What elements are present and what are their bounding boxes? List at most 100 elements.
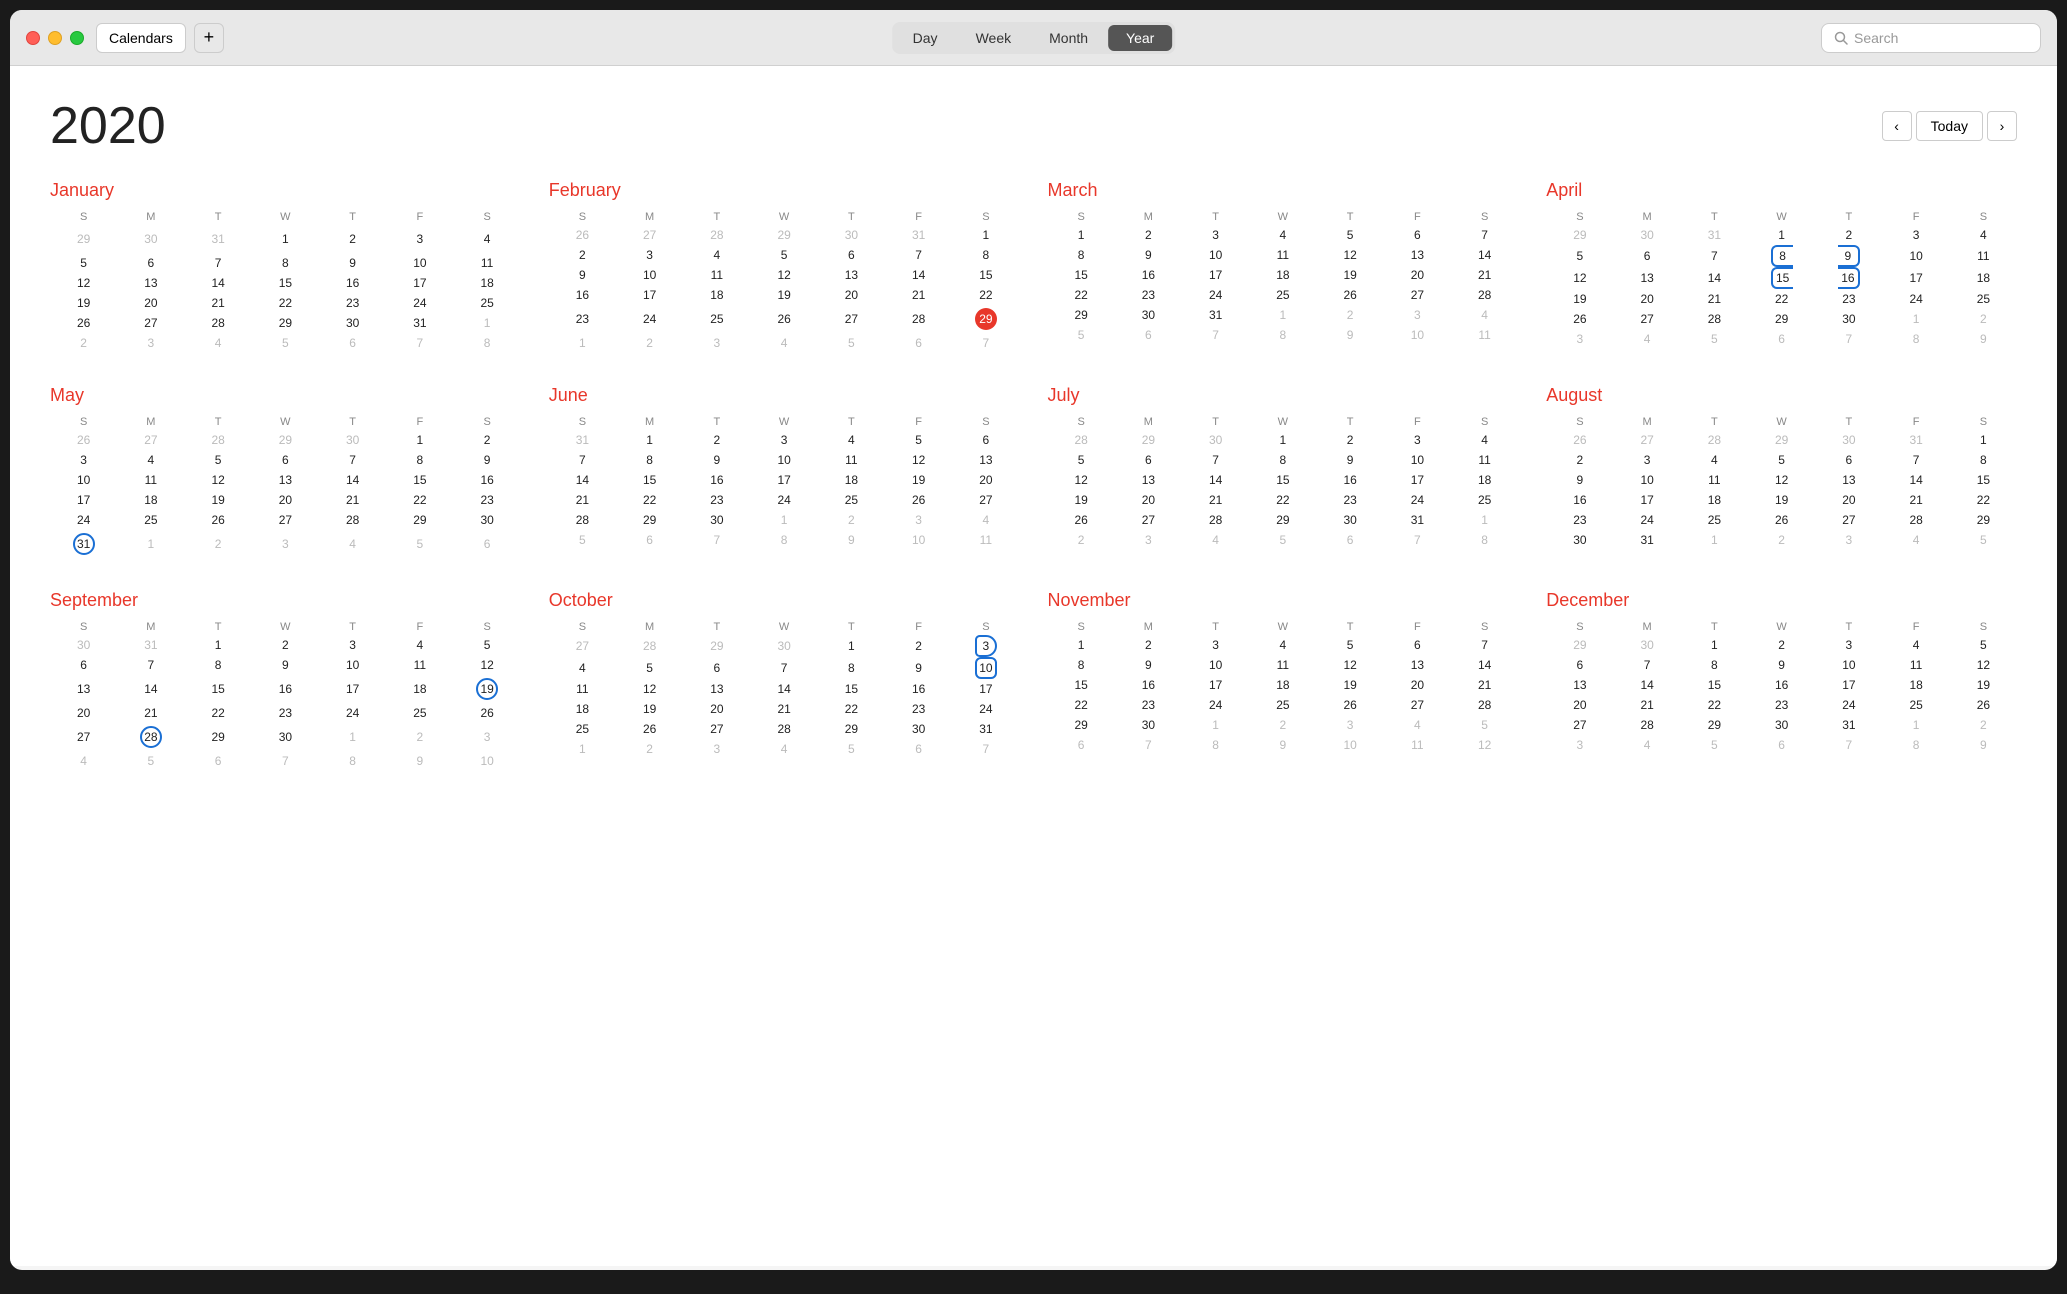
day-cell[interactable]: 7 (751, 657, 818, 679)
day-cell[interactable]: 1 (751, 510, 818, 530)
day-cell[interactable]: 2 (1950, 715, 2017, 735)
day-cell[interactable]: 25 (1249, 285, 1316, 305)
day-cell[interactable]: 30 (1546, 530, 1613, 550)
week-view-button[interactable]: Week (958, 25, 1030, 51)
day-cell[interactable]: 15 (1048, 675, 1115, 695)
day-cell[interactable]: 29 (185, 723, 252, 751)
day-cell[interactable]: 18 (1249, 675, 1316, 695)
day-cell[interactable]: 3 (683, 333, 750, 353)
day-cell[interactable]: 12 (454, 655, 521, 675)
day-cell[interactable]: 11 (454, 253, 521, 273)
day-cell[interactable]: 21 (1451, 675, 1518, 695)
maximize-button[interactable] (70, 31, 84, 45)
day-cell[interactable]: 23 (319, 293, 386, 313)
day-cell[interactable]: 23 (252, 703, 319, 723)
day-cell[interactable]: 25 (386, 703, 453, 723)
day-cell[interactable]: 4 (454, 225, 521, 253)
day-cell[interactable]: 22 (185, 703, 252, 723)
day-cell[interactable]: 14 (1681, 267, 1748, 289)
day-cell[interactable]: 6 (616, 530, 683, 550)
day-cell[interactable]: 14 (1451, 655, 1518, 675)
day-cell[interactable]: 14 (885, 265, 952, 285)
day-cell[interactable]: 9 (454, 450, 521, 470)
day-cell[interactable]: 10 (885, 530, 952, 550)
day-cell[interactable]: 15 (1748, 267, 1815, 289)
day-cell[interactable]: 31 (50, 530, 117, 558)
day-cell[interactable]: 9 (1249, 735, 1316, 755)
day-cell[interactable]: 2 (1115, 635, 1182, 655)
day-cell[interactable]: 7 (1182, 450, 1249, 470)
day-cell[interactable]: 26 (1546, 309, 1613, 329)
day-cell[interactable]: 11 (683, 265, 750, 285)
day-cell[interactable]: 19 (1317, 675, 1384, 695)
day-cell[interactable]: 1 (1249, 430, 1316, 450)
day-cell[interactable]: 7 (1182, 325, 1249, 345)
day-cell[interactable]: 28 (185, 430, 252, 450)
day-cell[interactable]: 26 (751, 305, 818, 333)
day-cell[interactable]: 20 (1384, 265, 1451, 285)
day-cell[interactable]: 30 (1614, 225, 1681, 245)
day-cell[interactable]: 22 (1048, 695, 1115, 715)
day-cell[interactable]: 17 (616, 285, 683, 305)
day-cell[interactable]: 16 (1748, 675, 1815, 695)
day-cell[interactable]: 20 (952, 470, 1019, 490)
day-cell[interactable]: 30 (117, 225, 184, 253)
day-cell[interactable]: 13 (683, 679, 750, 699)
day-cell[interactable]: 24 (1614, 510, 1681, 530)
day-cell[interactable]: 27 (683, 719, 750, 739)
day-cell[interactable]: 26 (1546, 430, 1613, 450)
day-cell[interactable]: 19 (1748, 490, 1815, 510)
day-cell[interactable]: 12 (1748, 470, 1815, 490)
day-cell[interactable]: 29 (1748, 430, 1815, 450)
day-cell[interactable]: 1 (1950, 430, 2017, 450)
day-cell[interactable]: 29 (1546, 635, 1613, 655)
day-cell[interactable]: 16 (549, 285, 616, 305)
day-cell[interactable]: 2 (454, 430, 521, 450)
day-cell[interactable]: 22 (1748, 289, 1815, 309)
day-cell[interactable]: 16 (454, 470, 521, 490)
day-cell[interactable]: 31 (1182, 305, 1249, 325)
minimize-button[interactable] (48, 31, 62, 45)
day-cell[interactable]: 10 (1883, 245, 1950, 267)
day-cell[interactable]: 31 (386, 313, 453, 333)
day-cell[interactable]: 30 (1115, 305, 1182, 325)
day-cell[interactable]: 27 (50, 723, 117, 751)
day-cell[interactable]: 29 (1546, 225, 1613, 245)
day-cell[interactable]: 4 (1451, 430, 1518, 450)
day-cell[interactable]: 20 (1546, 695, 1613, 715)
day-cell[interactable]: 16 (1815, 267, 1882, 289)
day-cell[interactable]: 22 (616, 490, 683, 510)
day-cell[interactable]: 4 (1681, 450, 1748, 470)
day-cell[interactable]: 15 (1950, 470, 2017, 490)
day-cell[interactable]: 29 (1115, 430, 1182, 450)
day-cell[interactable]: 5 (1048, 325, 1115, 345)
day-cell[interactable]: 2 (1115, 225, 1182, 245)
prev-year-button[interactable]: ‹ (1882, 111, 1912, 141)
day-cell[interactable]: 12 (1317, 655, 1384, 675)
day-cell[interactable]: 3 (1384, 305, 1451, 325)
day-cell[interactable]: 3 (885, 510, 952, 530)
day-cell[interactable]: 9 (252, 655, 319, 675)
day-cell[interactable]: 8 (818, 657, 885, 679)
next-year-button[interactable]: › (1987, 111, 2017, 141)
day-cell[interactable]: 20 (50, 703, 117, 723)
day-cell[interactable]: 27 (117, 313, 184, 333)
day-cell[interactable]: 6 (319, 333, 386, 353)
day-cell[interactable]: 9 (683, 450, 750, 470)
day-cell[interactable]: 7 (252, 751, 319, 771)
day-cell[interactable]: 29 (952, 305, 1019, 333)
day-cell[interactable]: 26 (185, 510, 252, 530)
day-cell[interactable]: 6 (1384, 225, 1451, 245)
day-cell[interactable]: 5 (252, 333, 319, 353)
day-cell[interactable]: 30 (818, 225, 885, 245)
day-cell[interactable]: 25 (1451, 490, 1518, 510)
day-cell[interactable]: 8 (1249, 450, 1316, 470)
day-cell[interactable]: 21 (1883, 490, 1950, 510)
day-cell[interactable]: 31 (117, 635, 184, 655)
day-cell[interactable]: 2 (185, 530, 252, 558)
day-cell[interactable]: 29 (252, 430, 319, 450)
day-cell[interactable]: 15 (185, 675, 252, 703)
day-cell[interactable]: 27 (1384, 285, 1451, 305)
day-cell[interactable]: 12 (1317, 245, 1384, 265)
day-cell[interactable]: 2 (252, 635, 319, 655)
